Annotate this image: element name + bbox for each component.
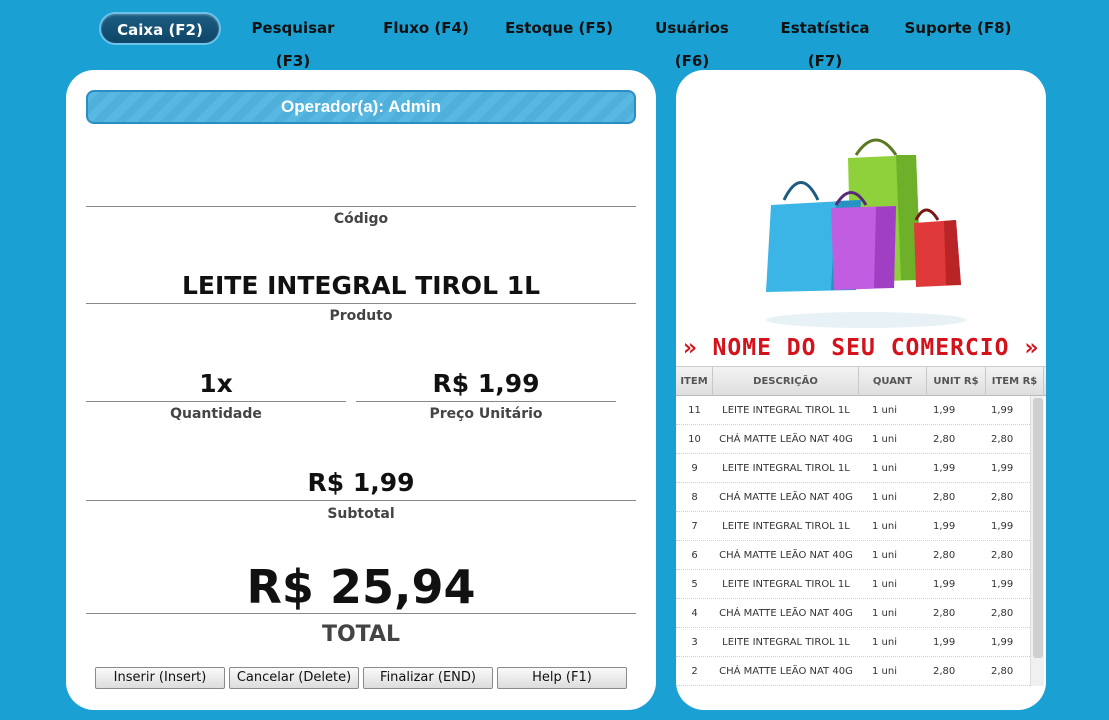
column-header[interactable]: DESCRIÇÃO xyxy=(713,367,859,396)
table-row[interactable]: 9 LEITE INTEGRAL TIROL 1L 1 uni 1,99 1,99 xyxy=(676,454,1030,483)
table-cell: LEITE INTEGRAL TIROL 1L xyxy=(722,463,850,474)
column-header[interactable]: QUANT xyxy=(859,367,927,396)
sale-panel: Operador(a): Admin Código LEITE INTEGRAL… xyxy=(66,70,656,710)
codigo-underline xyxy=(86,206,636,207)
table-cell: 1,99 xyxy=(933,463,956,474)
produto-label: Produto xyxy=(329,308,393,324)
total-underline xyxy=(86,613,636,614)
finalizar-button[interactable]: Finalizar (END) xyxy=(363,667,493,689)
preco-unitario-underline xyxy=(356,401,616,402)
table-cell: 1 uni xyxy=(872,550,897,561)
table-cell: LEITE INTEGRAL TIROL 1L xyxy=(722,637,850,648)
table-cell: CHÁ MATTE LEÃO NAT 40G xyxy=(719,492,853,503)
store-name: » NOME DO SEU COMERCIO » xyxy=(682,335,1040,361)
table-cell: 1,99 xyxy=(933,579,956,590)
subtotal-underline xyxy=(86,500,636,501)
table-cell: 1,99 xyxy=(933,521,956,532)
total-value: R$ 25,94 xyxy=(246,560,476,614)
table-row[interactable]: 6 CHÁ MATTE LEÃO NAT 40G 1 uni 2,80 2,80 xyxy=(676,541,1030,570)
table-cell: CHÁ MATTE LEÃO NAT 40G xyxy=(719,608,853,619)
table-cell: 2 xyxy=(691,666,698,677)
table-cell: 3 xyxy=(691,637,698,648)
table-row[interactable]: 7 LEITE INTEGRAL TIROL 1L 1 uni 1,99 1,99 xyxy=(676,512,1030,541)
table-cell: CHÁ MATTE LEÃO NAT 40G xyxy=(719,550,853,561)
cart-panel: » NOME DO SEU COMERCIO » ITEM DESCRIÇÃO … xyxy=(676,70,1046,710)
table-row[interactable]: 8 CHÁ MATTE LEÃO NAT 40G 1 uni 2,80 2,80 xyxy=(676,483,1030,512)
table-cell: 8 xyxy=(691,492,698,503)
produto-underline xyxy=(86,303,636,304)
subtotal-label: Subtotal xyxy=(327,506,395,522)
table-scrollbar[interactable] xyxy=(1030,396,1044,686)
nav-pesquisar[interactable]: Pesquisar (F3) xyxy=(232,12,354,70)
table-cell: 1 uni xyxy=(872,521,897,532)
operator-banner: Operador(a): Admin xyxy=(86,90,636,124)
table-cell: 1 uni xyxy=(872,608,897,619)
table-cell: 10 xyxy=(688,434,701,445)
table-cell: LEITE INTEGRAL TIROL 1L xyxy=(722,405,850,416)
preco-unitario-value: R$ 1,99 xyxy=(432,369,540,398)
table-cell: 1,99 xyxy=(933,405,956,416)
column-header[interactable]: ITEM R$ xyxy=(986,367,1044,396)
table-cell: 6 xyxy=(691,550,698,561)
quantidade-label: Quantidade xyxy=(170,406,262,422)
table-row[interactable]: 4 CHÁ MATTE LEÃO NAT 40G 1 uni 2,80 2,80 xyxy=(676,599,1030,628)
items-table-body: 11 LEITE INTEGRAL TIROL 1L 1 uni 1,99 1,99 10… xyxy=(676,396,1030,686)
items-table-header: ITEM DESCRIÇÃO QUANT UNIT R$ ITEM R$ xyxy=(676,366,1046,396)
table-row[interactable]: 3 LEITE INTEGRAL TIROL 1L 1 uni 1,99 1,99 xyxy=(676,628,1030,657)
quantidade-underline xyxy=(86,401,346,402)
nav-suporte[interactable]: Suporte (F8) xyxy=(900,12,1016,45)
table-cell: 1 uni xyxy=(872,492,897,503)
total-label: TOTAL xyxy=(321,622,401,647)
table-row[interactable]: 10 CHÁ MATTE LEÃO NAT 40G 1 uni 2,80 2,80 xyxy=(676,425,1030,454)
table-cell: 9 xyxy=(691,463,698,474)
column-header[interactable]: ITEM xyxy=(676,367,713,396)
table-cell: LEITE INTEGRAL TIROL 1L xyxy=(722,579,850,590)
quantidade-value: 1x xyxy=(199,369,233,398)
table-cell: 1 uni xyxy=(872,434,897,445)
nav-estatistica[interactable]: Estatística (F7) xyxy=(766,12,884,70)
table-cell: 1 uni xyxy=(872,637,897,648)
top-nav: Caixa (F2) Pesquisar (F3) Fluxo (F4) Est… xyxy=(0,12,1109,70)
shopping-bags-logo xyxy=(766,138,966,328)
cancelar-button[interactable]: Cancelar (Delete) xyxy=(229,667,359,689)
nav-usuarios[interactable]: Usuários (F6) xyxy=(636,12,748,70)
table-cell: CHÁ MATTE LEÃO NAT 40G xyxy=(719,434,853,445)
table-cell: 2,80 xyxy=(933,434,956,445)
help-button[interactable]: Help (F1) xyxy=(497,667,627,689)
nav-caixa[interactable]: Caixa (F2) xyxy=(99,12,221,45)
nav-fluxo[interactable]: Fluxo (F4) xyxy=(372,12,480,45)
nav-estoque[interactable]: Estoque (F5) xyxy=(500,12,618,45)
column-header[interactable]: UNIT R$ xyxy=(927,367,986,396)
table-cell: LEITE INTEGRAL TIROL 1L xyxy=(722,521,850,532)
table-cell: 1 uni xyxy=(872,666,897,677)
table-cell: CHÁ MATTE LEÃO NAT 40G xyxy=(719,666,853,677)
table-cell: 2,80 xyxy=(933,666,956,677)
table-cell: 2,80 xyxy=(933,550,956,561)
table-cell: 2,80 xyxy=(933,608,956,619)
table-cell: 11 xyxy=(688,405,701,416)
produto-value: LEITE INTEGRAL TIROL 1L xyxy=(181,271,541,300)
codigo-label: Código xyxy=(333,211,389,227)
table-row[interactable]: 5 LEITE INTEGRAL TIROL 1L 1 uni 1,99 1,99 xyxy=(676,570,1030,599)
table-row[interactable]: 11 LEITE INTEGRAL TIROL 1L 1 uni 1,99 1,99 xyxy=(676,396,1030,425)
table-cell: 5 xyxy=(691,579,698,590)
table-cell: 1,99 xyxy=(933,637,956,648)
table-cell: 1 uni xyxy=(872,579,897,590)
subtotal-value: R$ 1,99 xyxy=(307,468,415,497)
table-cell: 1 uni xyxy=(872,463,897,474)
table-row[interactable]: 2 CHÁ MATTE LEÃO NAT 40G 1 uni 2,80 2,80 xyxy=(676,657,1030,686)
table-cell: 2,80 xyxy=(933,492,956,503)
scrollbar-thumb[interactable] xyxy=(1033,398,1043,658)
preco-unitario-label: Preço Unitário xyxy=(429,406,543,422)
inserir-button[interactable]: Inserir (Insert) xyxy=(95,667,225,689)
table-cell: 1 uni xyxy=(872,405,897,416)
table-cell: 7 xyxy=(691,521,698,532)
table-cell: 4 xyxy=(691,608,698,619)
